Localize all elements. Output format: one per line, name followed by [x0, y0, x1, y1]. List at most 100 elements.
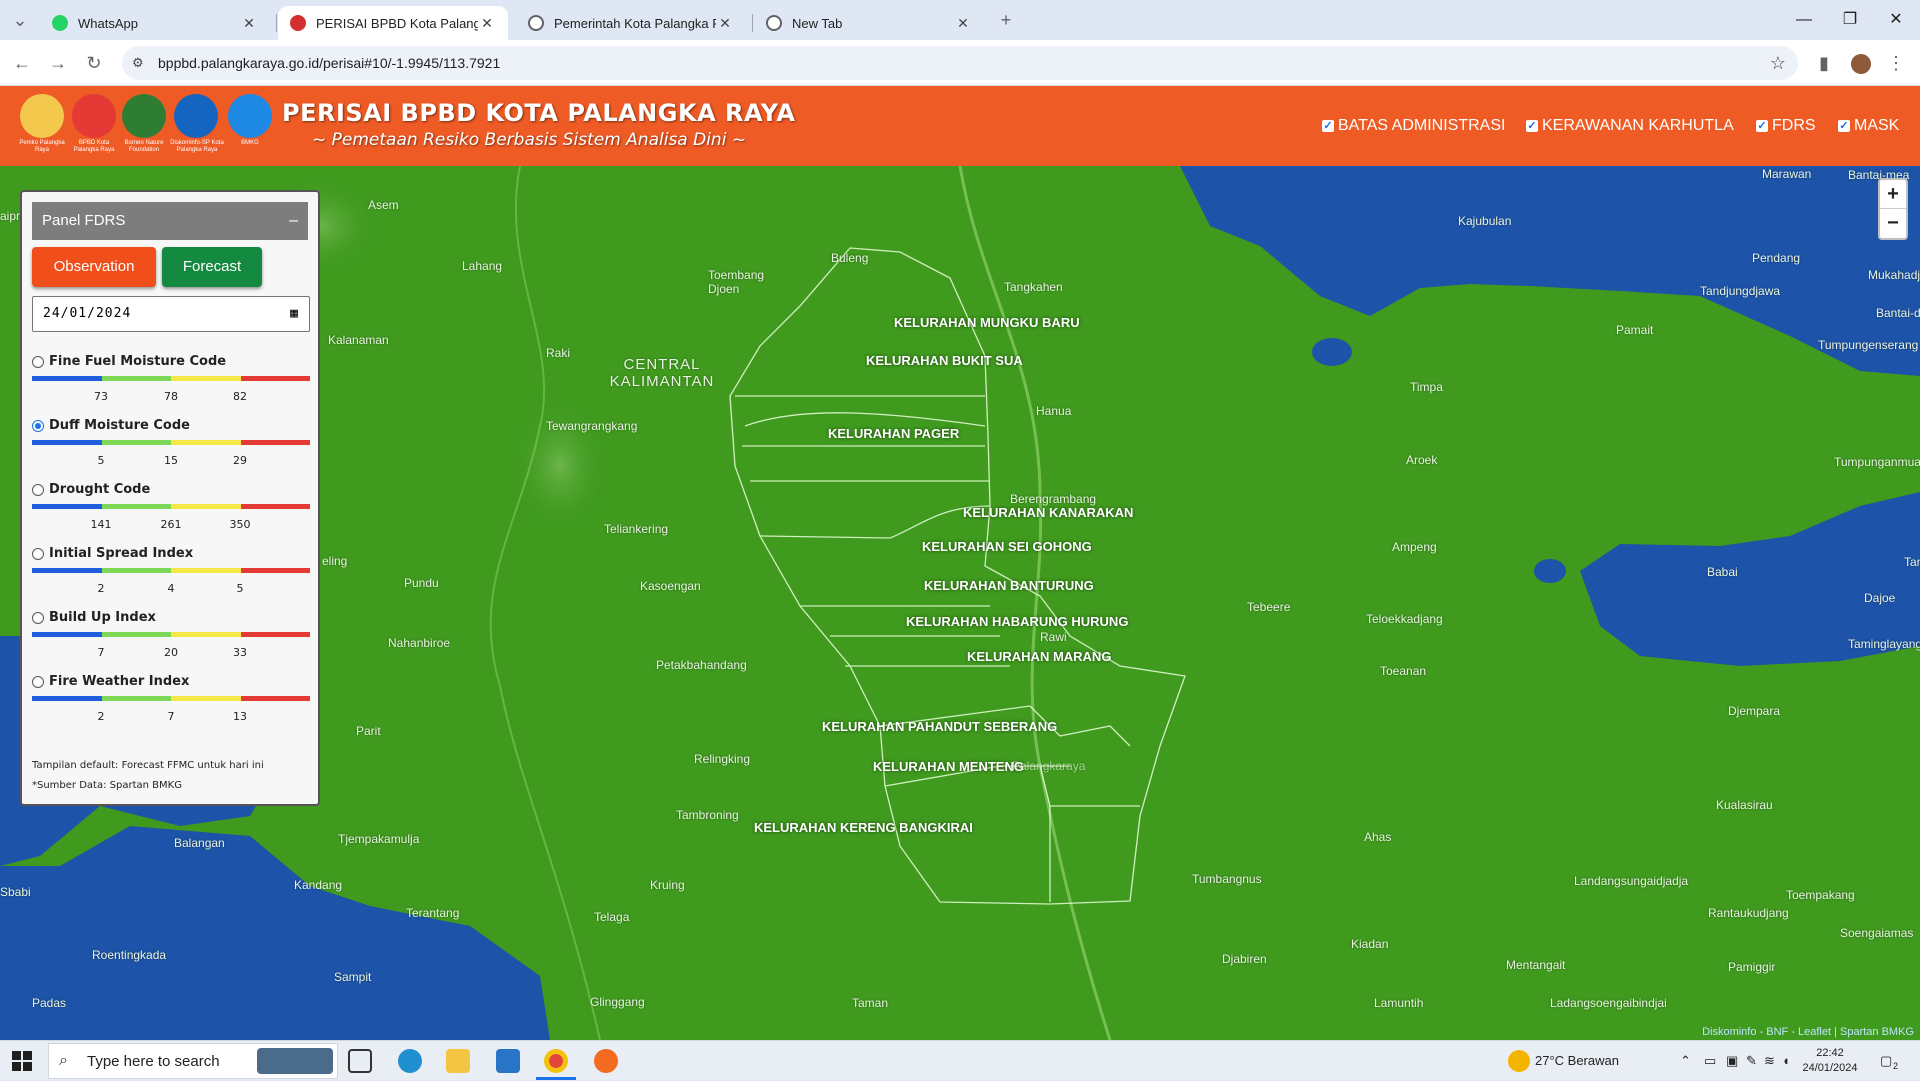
reload-icon[interactable]: ↻ [82, 51, 106, 75]
index-option-isi[interactable]: Initial Spread Index 2 4 5 [32, 546, 310, 606]
calendar-icon[interactable]: ▦ [290, 297, 299, 331]
weather-status[interactable]: 27°C Berawan [1535, 1041, 1619, 1081]
kelurahan-label: KELURAHAN SEI GOHONG [922, 539, 1092, 554]
radio-button[interactable] [32, 356, 44, 368]
battery-icon[interactable]: ▭ [1704, 1041, 1716, 1081]
tab-pemerintah[interactable]: Pemerintah Kota Palangka Raya ✕ [516, 6, 746, 40]
tab-new-tab[interactable]: New Tab ✕ [754, 6, 984, 40]
place-label: Tambroning [676, 808, 739, 822]
chevron-up-icon[interactable]: ⌃ [1680, 1041, 1691, 1081]
place-label: Djabiren [1222, 952, 1267, 966]
new-tab-plus-icon[interactable]: + [994, 8, 1018, 32]
data-source-note: *Sumber Data: Spartan BMKG [32, 780, 182, 791]
tab-whatsapp[interactable]: WhatsApp ✕ [40, 6, 270, 40]
observation-button[interactable]: Observation [32, 247, 156, 287]
close-icon[interactable]: ✕ [478, 15, 496, 32]
layer-toggle-fdrs[interactable]: ✓ FDRS [1756, 117, 1816, 135]
diskominfo-logo [174, 94, 218, 138]
wifi-icon[interactable]: ≋ [1764, 1041, 1775, 1081]
checkbox-checked-icon[interactable]: ✓ [1526, 120, 1538, 132]
place-label: Relingking [694, 752, 751, 766]
place-label: Balangan [174, 836, 225, 850]
scale-tick: 350 [229, 518, 251, 531]
edit-icon[interactable]: ✎ [1746, 1041, 1757, 1081]
layer-label: KERAWANAN KARHUTLA [1542, 117, 1734, 134]
network-icon[interactable]: ▣ [1726, 1041, 1738, 1081]
clock[interactable]: 22:42 24/01/2024 [1800, 1046, 1860, 1076]
mail-icon[interactable] [496, 1049, 520, 1073]
fdrs-panel: Panel FDRS – Observation Forecast 24/01/… [20, 190, 320, 806]
profile-avatar[interactable] [1849, 51, 1873, 75]
scale-tick: 20 [164, 646, 178, 659]
back-arrow-icon[interactable]: ← [10, 51, 34, 75]
checkbox-checked-icon[interactable]: ✓ [1322, 120, 1334, 132]
tab-perisai[interactable]: PERISAI BPBD Kota Palangka Ra ✕ [278, 6, 508, 40]
place-label: Rantaukudjang [1708, 906, 1789, 920]
windows-start-icon[interactable] [12, 1051, 32, 1071]
chrome-taskbar-icon[interactable] [544, 1049, 568, 1073]
chrome-icon [766, 15, 782, 31]
firefox-icon[interactable] [594, 1049, 618, 1073]
place-label: Hanua [1036, 404, 1072, 418]
minimize-icon[interactable]: — [1784, 8, 1824, 32]
place-label: Tumpunganmuar [1834, 455, 1920, 469]
kelurahan-label: KELURAHAN KANARAKAN [963, 505, 1134, 520]
windows-taskbar: ⌕ Type here to search 27°C Berawan ⌃ ▭ ▣… [0, 1040, 1920, 1080]
index-name: Fine Fuel Moisture Code [49, 354, 227, 369]
place-label: Glinggang [590, 995, 645, 1009]
file-explorer-icon[interactable] [446, 1049, 470, 1073]
color-scale-bar [32, 632, 310, 637]
tab-search-chevron-icon[interactable]: ⌄ [8, 8, 32, 32]
taskbar-search-box[interactable]: ⌕ Type here to search [48, 1043, 338, 1079]
index-name: Initial Spread Index [49, 546, 194, 561]
checkbox-checked-icon[interactable]: ✓ [1756, 120, 1768, 132]
radio-button[interactable] [32, 612, 44, 624]
forecast-button[interactable]: Forecast [162, 247, 262, 287]
scale-tick: 2 [97, 582, 105, 595]
date-input[interactable]: 24/01/2024 ▦ [32, 296, 310, 332]
index-option-ffmc[interactable]: Fine Fuel Moisture Code 73 78 82 [32, 354, 310, 414]
app-header: Pemko Palangka Raya BPBD Kota Palangka R… [0, 86, 1920, 166]
site-info-icon[interactable]: ⚙ [132, 55, 148, 71]
layer-toggle-kerawanan-karhutla[interactable]: ✓ KERAWANAN KARHUTLA [1526, 117, 1734, 135]
zoom-out-button[interactable]: − [1880, 209, 1906, 238]
volume-icon[interactable]: ◖ [1782, 1041, 1790, 1081]
tab-title: New Tab [792, 15, 843, 31]
collapse-button[interactable]: – [289, 202, 298, 240]
region-label: CENTRAL KALIMANTAN [600, 356, 724, 390]
side-panel-icon[interactable]: ▮ [1812, 51, 1836, 75]
place-label: Pamiggir [1728, 960, 1776, 974]
layer-label: BATAS ADMINISTRASI [1338, 117, 1506, 134]
logo-caption: BMKG [241, 140, 259, 146]
close-icon[interactable]: ✕ [240, 15, 258, 32]
kelurahan-label: KELURAHAN PAGER [828, 426, 960, 441]
place-label: Kajubulan [1458, 214, 1512, 228]
index-option-bui[interactable]: Build Up Index 7 20 33 [32, 610, 310, 670]
map-attribution[interactable]: Diskominfo - BNF - Leaflet | Spartan BMK… [1696, 1024, 1920, 1040]
radio-button[interactable] [32, 548, 44, 560]
bookmark-star-icon[interactable]: ☆ [1770, 46, 1786, 80]
forward-arrow-icon[interactable]: → [46, 51, 70, 75]
radio-button-selected[interactable] [32, 420, 44, 432]
edge-browser-icon[interactable] [398, 1049, 422, 1073]
color-scale-bar [32, 376, 310, 381]
radio-button[interactable] [32, 676, 44, 688]
index-option-fwi[interactable]: Fire Weather Index 2 7 13 [32, 674, 310, 734]
restore-icon[interactable]: ❐ [1830, 8, 1870, 32]
index-option-dmc[interactable]: Duff Moisture Code 5 15 29 [32, 418, 310, 478]
task-view-icon[interactable] [348, 1049, 372, 1073]
layer-toggle-batas-administrasi[interactable]: ✓ BATAS ADMINISTRASI [1322, 117, 1505, 135]
layer-toggle-mask[interactable]: ✓ MASK [1838, 117, 1899, 135]
window-close-icon[interactable]: ✕ [1876, 8, 1916, 32]
url-bar[interactable]: ⚙ bppbd.palangkaraya.go.id/perisai#10/-1… [122, 46, 1798, 80]
checkbox-checked-icon[interactable]: ✓ [1838, 120, 1850, 132]
browser-menu-icon[interactable]: ⋮ [1884, 51, 1908, 75]
notification-icon[interactable]: ▢ [1880, 1041, 1892, 1081]
index-option-dc[interactable]: Drought Code 141 261 350 [32, 482, 310, 542]
scale-tick: 261 [160, 518, 182, 531]
zoom-in-button[interactable]: + [1880, 180, 1906, 209]
radio-button[interactable] [32, 484, 44, 496]
close-icon[interactable]: ✕ [716, 15, 734, 32]
kelurahan-label: KELURAHAN MENTENG [873, 759, 1024, 774]
close-icon[interactable]: ✕ [954, 15, 972, 32]
